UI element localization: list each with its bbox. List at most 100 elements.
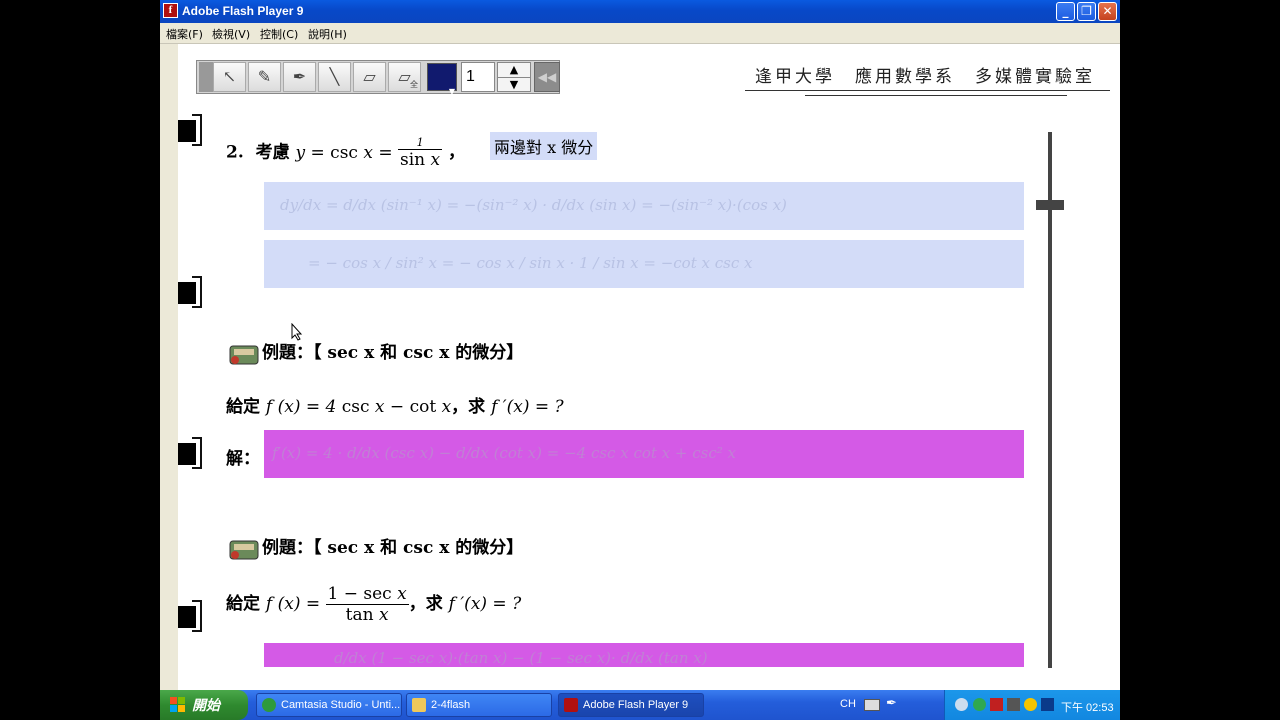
example1-function: f (x) = 4 csc x − cot x bbox=[265, 397, 452, 417]
clear-all-button[interactable]: ▱ 全 bbox=[388, 62, 421, 92]
keyboard-icon[interactable] bbox=[864, 699, 880, 711]
notebook-ring bbox=[178, 437, 204, 471]
camtasia-icon bbox=[262, 698, 276, 712]
fraction: 1 − sec x tan x bbox=[325, 584, 409, 625]
item2-hint: 兩邊對 x 微分 bbox=[490, 132, 598, 160]
menu-control[interactable]: 控制(C) bbox=[260, 26, 298, 42]
step1-text: dy/dx = d/dx (sin⁻¹ x) = −(sin⁻² x) · d/… bbox=[280, 196, 787, 214]
item2-line: 2. 考慮 y = csc x = 1 sin x ， bbox=[226, 136, 465, 170]
clock[interactable]: 下午 02:53 bbox=[1061, 699, 1114, 715]
item2-label: 考慮 bbox=[255, 142, 290, 163]
lab-header: 逢甲大學 應用數學系 多媒體實驗室 bbox=[755, 67, 1095, 87]
example2-partial-text: d/dx (1 − sec x)·(tan x) − (1 − sec x)· … bbox=[334, 649, 708, 667]
stepper-up-icon[interactable]: ▲ bbox=[498, 63, 530, 77]
window-title: Adobe Flash Player 9 bbox=[182, 4, 304, 18]
task-label: 2-4flash bbox=[431, 699, 471, 711]
line-tool-button[interactable]: ╲ bbox=[318, 62, 351, 92]
header-rule-short bbox=[805, 95, 1067, 96]
flash-icon: f bbox=[163, 3, 178, 18]
scroll-thumb[interactable] bbox=[1036, 200, 1064, 210]
tray-volume-icon[interactable] bbox=[1041, 698, 1054, 711]
language-indicator[interactable]: CH bbox=[840, 698, 856, 710]
restore-button[interactable]: ❐ bbox=[1077, 2, 1096, 21]
flash-player-window: f Adobe Flash Player 9 _ ❐ ✕ 檔案(F) 檢視(V)… bbox=[160, 0, 1120, 720]
menu-file[interactable]: 檔案(F) bbox=[166, 26, 203, 42]
cursor-tool-button[interactable]: ↖ bbox=[213, 62, 246, 92]
menu-bar: 檔案(F) 檢視(V) 控制(C) 說明(H) bbox=[160, 23, 1120, 44]
example2-title-line: 例題：【 sec x 和 csc x 的微分】 bbox=[226, 533, 523, 563]
book-icon bbox=[226, 340, 262, 368]
notebook-ring bbox=[178, 600, 204, 634]
task-camtasia[interactable]: Camtasia Studio - Unti... bbox=[256, 693, 402, 717]
example1-find: ，求 bbox=[451, 397, 486, 417]
tray-network-icon[interactable] bbox=[1007, 698, 1020, 711]
example1-title-line: 例題：【 sec x 和 csc x 的微分】 bbox=[226, 338, 523, 368]
folder-icon bbox=[412, 698, 426, 712]
example1-solution-label: 解： bbox=[226, 449, 260, 469]
step1-highlight[interactable]: dy/dx = d/dx (sin⁻¹ x) = −(sin⁻² x) · d/… bbox=[264, 182, 1024, 230]
example2-given-label: 給定 bbox=[226, 594, 260, 614]
tray-chevron-icon[interactable] bbox=[955, 698, 968, 711]
system-tray: 下午 02:53 bbox=[944, 690, 1120, 720]
menu-help[interactable]: 說明(H) bbox=[308, 26, 347, 42]
pencil-tool-button[interactable]: ✎ bbox=[248, 62, 281, 92]
example2-function: f (x) = 1 − sec x tan x bbox=[265, 584, 409, 625]
step2-highlight[interactable]: = − cos x / sin² x = − cos x / sin x · 1… bbox=[264, 240, 1024, 288]
example1-given: 給定 f (x) = 4 csc x − cot x，求 f ′(x) = ? bbox=[226, 392, 564, 417]
close-button[interactable]: ✕ bbox=[1098, 2, 1117, 21]
mouse-cursor-icon bbox=[291, 322, 303, 345]
pen-color-picker[interactable]: ▼ bbox=[427, 63, 457, 96]
clear-all-eraser-icon: ▱ bbox=[398, 67, 411, 86]
pencil-icon: ✎ bbox=[257, 67, 272, 86]
task-label: Adobe Flash Player 9 bbox=[583, 699, 689, 711]
tray-green-icon[interactable] bbox=[973, 698, 986, 711]
rewind-icon: ◀◀ bbox=[537, 70, 557, 84]
example2-given: 給定 f (x) = 1 − sec x tan x ，求 f ′(x) = ? bbox=[226, 584, 521, 625]
item2-equation: y = csc x = 1 sin x bbox=[295, 136, 443, 170]
book-icon bbox=[226, 535, 262, 563]
pen-icon: ✒ bbox=[292, 67, 307, 86]
minimize-button[interactable]: _ bbox=[1056, 2, 1075, 21]
undo-button[interactable]: ◀◀ bbox=[534, 62, 560, 92]
example1-title: 例題：【 sec x 和 csc x 的微分】 bbox=[262, 343, 524, 363]
minimize-icon: _ bbox=[1062, 4, 1069, 18]
eraser-icon: ▱ bbox=[363, 67, 376, 86]
notebook-ring bbox=[178, 276, 204, 310]
eraser-tool-button[interactable]: ▱ bbox=[353, 62, 386, 92]
pen-tray-icon[interactable]: ✒ bbox=[886, 696, 897, 711]
title-bar[interactable]: f Adobe Flash Player 9 _ ❐ ✕ bbox=[160, 0, 1120, 23]
cursor-arrow-icon: ↖ bbox=[222, 67, 237, 86]
tray-smiley-icon[interactable] bbox=[1024, 698, 1037, 711]
example2-find: ，求 bbox=[408, 594, 443, 614]
start-button[interactable]: 開始 bbox=[160, 690, 248, 720]
scroll-track[interactable] bbox=[1048, 132, 1052, 668]
tray-k-icon[interactable] bbox=[990, 698, 1003, 711]
drawing-toolbar: ↖ ✎ ✒ ╲ ▱ ▱ 全 ▼ 1 ▲ ▼ ◀◀ bbox=[196, 60, 560, 96]
stroke-width-field[interactable]: 1 bbox=[461, 62, 495, 92]
header-rule bbox=[745, 90, 1110, 91]
task-folder[interactable]: 2-4flash bbox=[406, 693, 552, 717]
example1-given-label: 給定 bbox=[226, 397, 260, 417]
start-label: 開始 bbox=[192, 697, 220, 713]
clear-all-mark: 全 bbox=[410, 80, 418, 89]
task-flash-player[interactable]: Adobe Flash Player 9 bbox=[558, 693, 704, 717]
menu-view[interactable]: 檢視(V) bbox=[212, 26, 250, 42]
example1-target: f ′(x) = ? bbox=[491, 397, 564, 417]
chevron-down-icon: ▼ bbox=[448, 87, 455, 96]
fraction: 1 sin x bbox=[398, 136, 443, 170]
item2-number: 2. bbox=[226, 142, 244, 163]
windows-logo-icon bbox=[170, 697, 185, 712]
taskbar: 開始 Camtasia Studio - Unti... 2-4flash Ad… bbox=[160, 690, 1120, 720]
task-label: Camtasia Studio - Unti... bbox=[281, 699, 401, 711]
stroke-width-stepper[interactable]: ▲ ▼ bbox=[497, 62, 531, 92]
example1-solution-highlight[interactable]: f′(x) = 4 · d/dx (csc x) − d/dx (cot x) … bbox=[264, 430, 1024, 478]
example2-solution-highlight[interactable]: d/dx (1 − sec x)·(tan x) − (1 − sec x)· … bbox=[264, 643, 1024, 667]
item2-comma: ， bbox=[448, 142, 466, 163]
example1-solution-text: f′(x) = 4 · d/dx (csc x) − d/dx (cot x) … bbox=[272, 444, 736, 462]
pen-tool-button[interactable]: ✒ bbox=[283, 62, 316, 92]
toolbar-grip[interactable] bbox=[199, 62, 213, 92]
line-icon: ╲ bbox=[329, 67, 340, 86]
restore-icon: ❐ bbox=[1081, 4, 1092, 18]
stepper-down-icon[interactable]: ▼ bbox=[498, 77, 530, 92]
example2-target: f ′(x) = ? bbox=[448, 594, 522, 614]
